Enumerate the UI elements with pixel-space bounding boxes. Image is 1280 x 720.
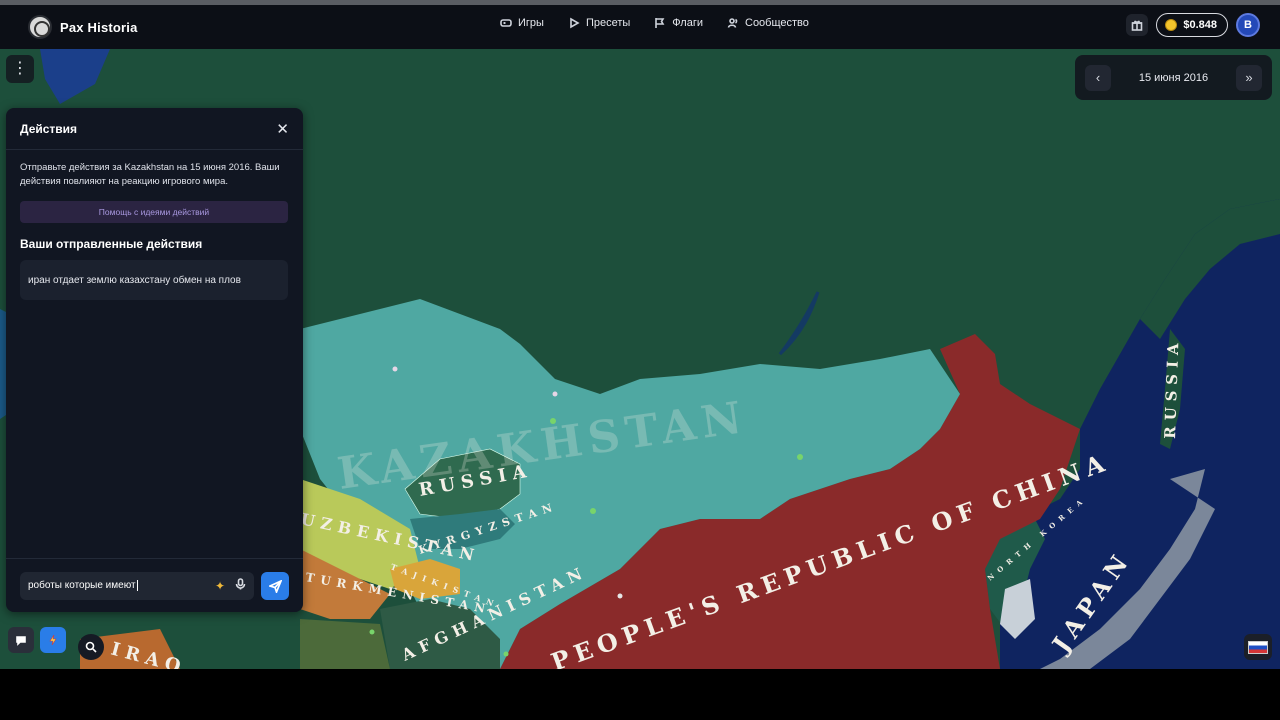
main-nav: Игры Пресеты Флаги Сообщество	[500, 17, 809, 29]
balance-pill[interactable]: $0.848	[1156, 13, 1228, 37]
account-area: $0.848 B	[1126, 13, 1260, 37]
date-panel: ‹ 15 июня 2016 »	[1075, 55, 1272, 100]
bottom-tools	[8, 620, 104, 660]
city-marker[interactable]	[552, 391, 558, 397]
gift-icon	[1132, 20, 1143, 31]
avatar[interactable]: B	[1236, 13, 1260, 37]
current-date: 15 июня 2016	[1138, 71, 1209, 84]
nav-item-presets-label: Пресеты	[585, 17, 631, 29]
bottom-bar	[0, 669, 1280, 720]
nav-item-community[interactable]: Сообщество	[727, 17, 809, 29]
kebab-icon: ⋮	[12, 60, 28, 77]
actions-panel-title: Действия	[20, 121, 78, 136]
sent-actions-heading: Ваши отправленные действия	[20, 237, 203, 251]
actions-button[interactable]	[40, 627, 66, 653]
play-icon	[570, 17, 580, 29]
city-marker[interactable]	[617, 593, 623, 599]
next-date-button[interactable]: »	[1236, 64, 1262, 91]
prev-date-button[interactable]: ‹	[1085, 64, 1111, 91]
coin-icon	[1165, 19, 1178, 31]
actions-panel-header: Действия ✕	[6, 108, 303, 150]
actions-panel: Действия ✕ Отправьте действия за Kazakhs…	[6, 108, 303, 612]
action-input-value[interactable]: роботы которые имеют	[28, 580, 215, 592]
city-marker[interactable]	[392, 366, 398, 372]
gift-button[interactable]	[1126, 14, 1149, 36]
navbar: Pax Historia Игры Пресеты Флаги Сообщест…	[0, 5, 1280, 49]
menu-button[interactable]: ⋮	[6, 55, 34, 83]
logo-icon	[28, 15, 52, 39]
search-icon	[85, 641, 97, 653]
sparkle-icon[interactable]: ✦	[215, 579, 225, 593]
nav-item-community-label: Сообщество	[745, 17, 809, 29]
microphone-icon[interactable]	[235, 577, 246, 595]
iran-region	[300, 619, 390, 669]
brand-name: Pax Historia	[60, 19, 138, 35]
send-button[interactable]	[261, 572, 289, 600]
chat-button[interactable]	[8, 627, 34, 653]
city-marker[interactable]	[590, 508, 596, 514]
chat-icon	[16, 636, 26, 646]
close-icon[interactable]: ✕	[276, 120, 289, 138]
city-marker[interactable]	[503, 651, 509, 657]
search-button[interactable]	[78, 634, 104, 660]
russia-flag-icon	[1248, 640, 1268, 654]
chevron-left-icon: ‹	[1095, 70, 1101, 85]
nav-item-flags[interactable]: Флаги	[654, 17, 703, 29]
divider	[6, 558, 303, 559]
brand[interactable]: Pax Historia	[28, 15, 138, 39]
city-marker[interactable]	[369, 629, 375, 635]
nav-item-presets[interactable]: Пресеты	[568, 17, 630, 29]
russia-east-label: RUSSIA	[1161, 337, 1183, 439]
double-chevron-right-icon: »	[1245, 70, 1253, 85]
nav-item-games[interactable]: Игры	[500, 17, 544, 29]
nav-item-games-label: Игры	[518, 17, 544, 29]
users-icon	[727, 18, 738, 28]
lightning-icon	[49, 634, 57, 646]
balance-amount: $0.848	[1183, 19, 1217, 31]
nav-item-flags-label: Флаги	[672, 17, 703, 29]
help-ideas-button[interactable]: Помощь с идеями действий	[20, 201, 288, 223]
gamepad-icon	[500, 19, 512, 27]
actions-description: Отправьте действия за Kazakhstan на 15 и…	[20, 162, 280, 187]
action-input[interactable]: роботы которые имеют ✦	[20, 572, 254, 600]
country-flag-button[interactable]	[1244, 634, 1272, 660]
city-marker[interactable]	[797, 454, 803, 460]
send-icon	[268, 579, 282, 593]
text-caret	[136, 580, 138, 592]
sent-action-item[interactable]: иран отдает землю казахстану обмен на пл…	[20, 260, 288, 300]
flag-icon	[655, 18, 665, 28]
